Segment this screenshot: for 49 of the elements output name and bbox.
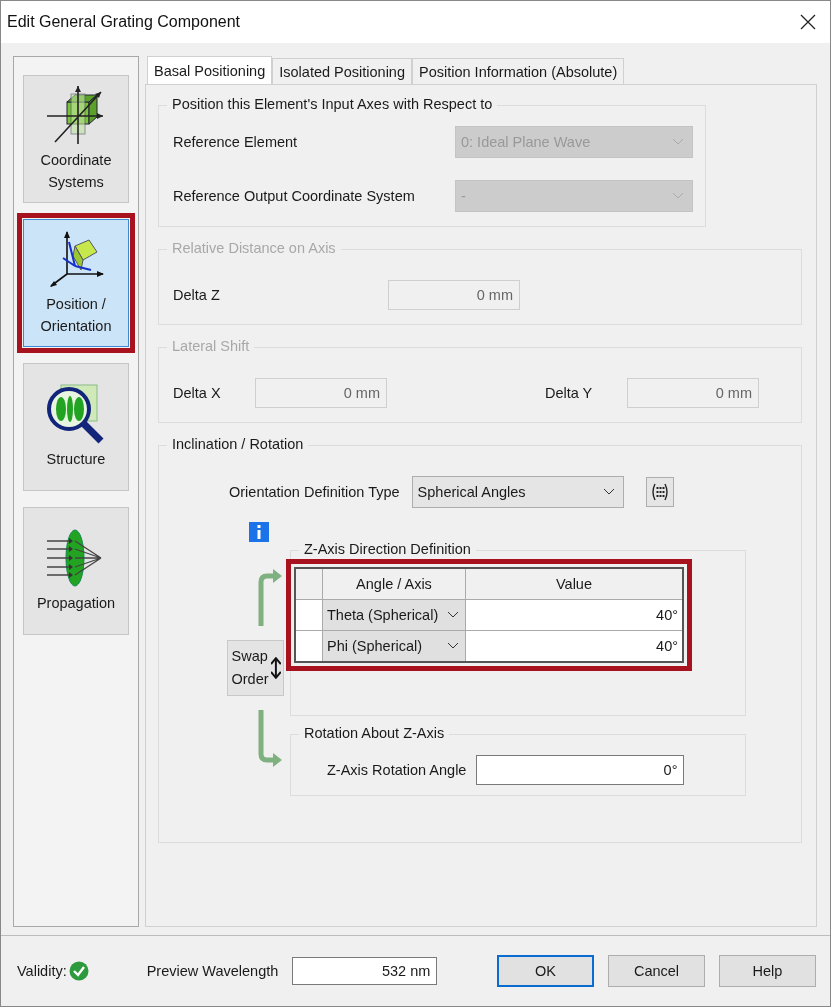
row-header-cell[interactable]	[296, 631, 322, 661]
sidebar-item[interactable]: Position / Orientation	[23, 219, 129, 347]
dialog-button[interactable]: Help	[719, 955, 816, 987]
chevron-icon	[447, 611, 459, 619]
input-field[interactable]: 0°	[476, 755, 685, 785]
field-label: Orientation Definition Type	[229, 484, 400, 500]
value-field[interactable]: 40°	[466, 600, 682, 630]
close-icon[interactable]	[800, 14, 816, 30]
tab[interactable]: Basal Positioning	[147, 56, 273, 84]
axis-dropdown[interactable]: Phi (Spherical)	[323, 631, 465, 661]
sidebar-item[interactable]: Structure	[23, 363, 129, 491]
validity-label: Validity:	[17, 963, 67, 979]
info-icon[interactable]	[249, 522, 269, 542]
table-corner-cell	[296, 569, 322, 599]
up-down-arrow-icon	[270, 657, 281, 679]
wavelength-field[interactable]: 532 nm	[292, 957, 438, 985]
dialog-button[interactable]: OK	[497, 955, 594, 987]
field-label: Reference Output Coordinate System	[173, 188, 415, 204]
keypad-button[interactable]	[645, 477, 674, 507]
row-header-cell[interactable]	[296, 600, 322, 630]
chevron-icon	[672, 138, 684, 146]
axis-dropdown[interactable]: Theta (Spherical)	[323, 600, 465, 630]
tab[interactable]: Isolated Positioning	[272, 58, 412, 84]
group-title: Lateral Shift	[167, 338, 255, 354]
dropdown[interactable]: Spherical Angles	[411, 476, 624, 508]
swap-order-button[interactable]: Swap Order	[226, 640, 284, 696]
field-label: Z-Axis Rotation Angle	[327, 762, 467, 778]
dialog-button[interactable]: Cancel	[608, 955, 705, 987]
sidebar-item[interactable]: Propagation	[23, 507, 129, 635]
group-title: Rotation About Z-Axis	[299, 725, 450, 741]
group-title: Relative Distance on Axis	[167, 240, 341, 256]
field-label: Delta Y	[545, 385, 594, 401]
group-title: Inclination / Rotation	[167, 436, 309, 452]
column-header: Value	[466, 569, 682, 599]
group-title: Z-Axis Direction Definition	[299, 541, 476, 557]
group-title: Position this Element's Input Axes with Respect to	[167, 96, 498, 112]
keypad-icon	[649, 482, 670, 502]
field-label: Preview Wavelength	[146, 963, 279, 979]
tab[interactable]: Position Information (Absolute)	[412, 58, 625, 84]
value-field[interactable]: 40°	[466, 631, 682, 661]
sidebar-item[interactable]: Coordinate Systems	[23, 75, 129, 203]
chevron-icon	[602, 488, 615, 496]
field-label: Delta Z	[173, 287, 221, 303]
chevron-icon	[672, 192, 684, 200]
field-label: Reference Element	[173, 134, 298, 150]
window-title: Edit General Grating Component	[7, 13, 240, 31]
column-header: Angle / Axis	[323, 569, 465, 599]
field-label: Delta X	[173, 385, 222, 401]
chevron-icon	[447, 642, 459, 650]
